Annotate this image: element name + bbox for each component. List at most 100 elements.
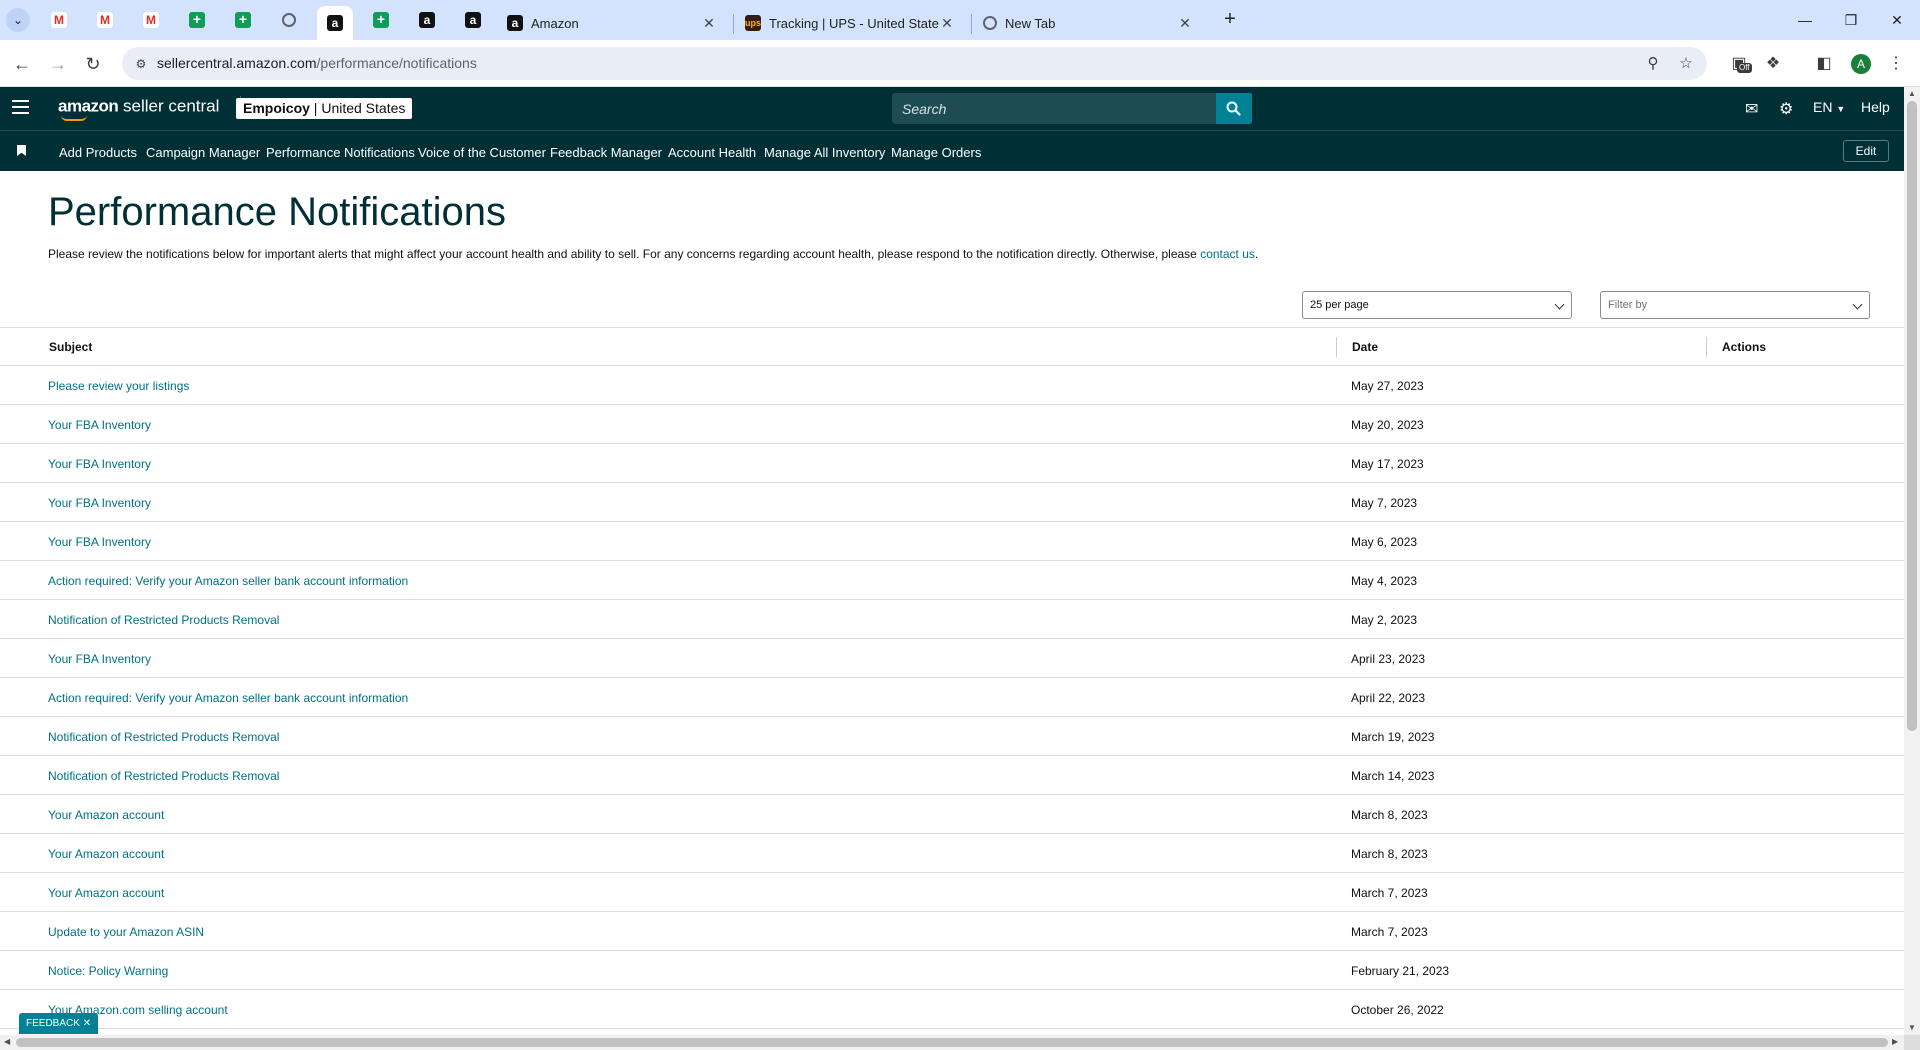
settings-gear-icon[interactable]: ⚙ — [1779, 99, 1793, 119]
side-panel-icon[interactable]: ◧ — [1812, 52, 1836, 76]
forward-button[interactable]: → — [44, 50, 72, 78]
pinned-tab-globe[interactable] — [277, 8, 301, 32]
pinned-tab-sheets[interactable]: + — [231, 8, 255, 32]
pinned-tab-amazon[interactable]: a — [461, 8, 485, 32]
nav-account-health[interactable]: Account Health — [668, 145, 756, 160]
contact-us-link[interactable]: contact us — [1200, 247, 1255, 261]
close-window-button[interactable]: ✕ — [1874, 0, 1920, 40]
search-button[interactable] — [1216, 93, 1252, 124]
close-icon[interactable]: ✕ — [939, 15, 955, 32]
column-separator — [1706, 337, 1707, 357]
pinned-tab-sheets[interactable]: + — [185, 8, 209, 32]
new-tab-button[interactable]: + — [1218, 8, 1242, 32]
zoom-icon[interactable]: ⚲ — [1642, 53, 1664, 75]
seller-central-logo[interactable]: amazon seller central — [58, 96, 242, 121]
mail-icon[interactable]: ✉ — [1745, 99, 1758, 119]
restore-button[interactable]: ❐ — [1828, 0, 1874, 40]
pinned-tab-amazon[interactable]: a — [415, 8, 439, 32]
notification-date: March 19, 2023 — [1351, 730, 1435, 744]
store-switcher[interactable]: Empoicoy | United States — [236, 98, 413, 119]
scroll-up-arrow-icon[interactable]: ▲ — [1907, 89, 1917, 99]
notification-subject-link[interactable]: Your Amazon account — [48, 847, 164, 861]
nav-add-products[interactable]: Add Products — [59, 145, 137, 160]
page-title: Performance Notifications — [48, 190, 506, 234]
bookmark-star-icon[interactable]: ☆ — [1675, 53, 1697, 75]
feedback-button[interactable]: FEEDBACK ✕ — [19, 1013, 99, 1034]
bookmark-icon[interactable] — [17, 145, 26, 156]
search-input[interactable] — [892, 93, 1222, 124]
notification-subject-link[interactable]: Update to your Amazon ASIN — [48, 925, 204, 939]
language-picker[interactable]: EN ▼ — [1813, 99, 1845, 115]
pinned-tab-amazon-active[interactable]: a — [317, 6, 353, 40]
filter-select[interactable]: Filter by — [1600, 291, 1870, 319]
tab-amazon[interactable]: a Amazon ✕ — [497, 6, 727, 40]
scroll-left-arrow-icon[interactable]: ◀ — [4, 1037, 10, 1046]
notification-subject-link[interactable]: Your FBA Inventory — [48, 457, 151, 471]
notification-subject-link[interactable]: Your Amazon account — [48, 808, 164, 822]
ups-icon: ups — [745, 15, 761, 31]
table-row: Please review your listings May 27, 2023 — [0, 366, 1904, 405]
browser-menu-icon[interactable]: ⋮ — [1884, 52, 1908, 76]
notification-subject-link[interactable]: Your FBA Inventory — [48, 652, 151, 666]
tab-new-tab[interactable]: New Tab ✕ — [973, 6, 1203, 40]
horizontal-scrollbar[interactable]: ◀ ▶ — [0, 1035, 1904, 1050]
nav-feedback-manager[interactable]: Feedback Manager — [550, 145, 662, 160]
pinned-tab-gmail[interactable]: M — [93, 8, 117, 32]
horizontal-scroll-thumb[interactable] — [16, 1038, 1888, 1047]
notification-subject-link[interactable]: Notification of Restricted Products Remo… — [48, 769, 279, 783]
extension-off-icon[interactable]: ▣Off — [1727, 52, 1752, 76]
extension-badge: Off — [1737, 63, 1752, 73]
url-text[interactable]: sellercentral.amazon.com/performance/not… — [157, 55, 477, 71]
filter-placeholder: Filter by — [1608, 299, 1648, 311]
notification-subject-link[interactable]: Your FBA Inventory — [48, 418, 151, 432]
vertical-scrollbar[interactable]: ▲ ▼ — [1904, 87, 1920, 1035]
scroll-down-arrow-icon[interactable]: ▼ — [1907, 1023, 1917, 1033]
notification-subject-link[interactable]: Notice: Policy Warning — [48, 964, 168, 978]
pinned-tab-gmail[interactable]: M — [47, 8, 71, 32]
browser-tab-bar: ⌄ M M M + + a + a a a Amazon ✕ ups Track… — [0, 0, 1920, 40]
notification-subject-link[interactable]: Action required: Verify your Amazon sell… — [48, 574, 408, 588]
globe-icon — [282, 13, 296, 27]
close-icon[interactable]: ✕ — [1177, 15, 1193, 32]
nav-manage-all-inventory[interactable]: Manage All Inventory — [764, 145, 885, 160]
reload-button[interactable]: ↻ — [79, 50, 107, 78]
pinned-tab-gmail[interactable]: M — [139, 8, 163, 32]
nav-voice-of-the-customer[interactable]: Voice of the Customer — [418, 145, 546, 160]
per-page-select[interactable]: 25 per page — [1302, 291, 1572, 319]
nav-manage-orders[interactable]: Manage Orders — [891, 145, 981, 160]
notification-date: March 8, 2023 — [1351, 847, 1428, 861]
tab-search-button[interactable]: ⌄ — [6, 8, 30, 32]
vertical-scroll-thumb[interactable] — [1907, 101, 1917, 731]
tab-ups-tracking[interactable]: ups Tracking | UPS - United States ✕ — [735, 6, 965, 40]
table-row: Action required: Verify your Amazon sell… — [0, 561, 1904, 600]
amazon-icon: a — [419, 12, 435, 28]
back-button[interactable]: ← — [8, 50, 36, 78]
column-header-date[interactable]: Date — [1352, 340, 1378, 354]
close-icon[interactable]: ✕ — [83, 1018, 91, 1029]
hamburger-menu-icon[interactable] — [12, 100, 29, 115]
profile-avatar[interactable]: A — [1851, 54, 1871, 74]
edit-nav-button[interactable]: Edit — [1843, 140, 1889, 162]
close-icon[interactable]: ✕ — [701, 15, 717, 32]
site-info-icon[interactable]: ⚙ — [132, 55, 150, 73]
notification-subject-link[interactable]: Notification of Restricted Products Remo… — [48, 613, 279, 627]
notification-subject-link[interactable]: Your FBA Inventory — [48, 496, 151, 510]
notification-subject-link[interactable]: Please review your listings — [48, 379, 189, 393]
minimize-button[interactable]: — — [1782, 0, 1828, 40]
column-header-subject[interactable]: Subject — [49, 340, 92, 354]
nav-campaign-manager[interactable]: Campaign Manager — [146, 145, 260, 160]
pinned-tab-sheets[interactable]: + — [369, 8, 393, 32]
help-link[interactable]: Help — [1861, 99, 1890, 115]
notification-date: April 22, 2023 — [1351, 691, 1426, 705]
url-host: sellercentral.amazon.com — [157, 55, 317, 71]
notification-subject-link[interactable]: Notification of Restricted Products Remo… — [48, 730, 279, 744]
extensions-puzzle-icon[interactable]: ❖ — [1761, 52, 1785, 76]
notification-subject-link[interactable]: Your FBA Inventory — [48, 535, 151, 549]
scroll-right-arrow-icon[interactable]: ▶ — [1892, 1037, 1898, 1046]
notification-subject-link[interactable]: Action required: Verify your Amazon sell… — [48, 691, 408, 705]
nav-performance-notifications[interactable]: Performance Notifications — [266, 145, 415, 160]
browser-toolbar: ← → ↻ ⚙ sellercentral.amazon.com/perform… — [0, 40, 1920, 87]
notification-subject-link[interactable]: Your Amazon account — [48, 886, 164, 900]
address-bar[interactable]: ⚙ sellercentral.amazon.com/performance/n… — [122, 47, 1707, 80]
table-row: Your FBA Inventory May 17, 2023 — [0, 444, 1904, 483]
